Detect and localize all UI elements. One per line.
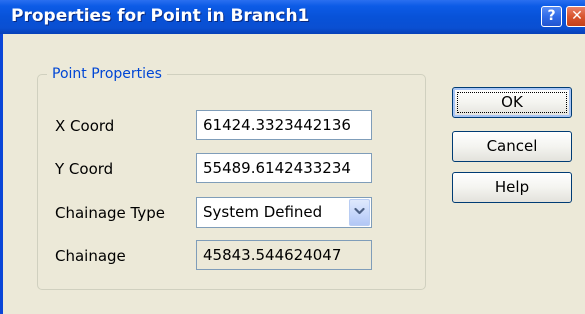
dropdown-arrow-button[interactable] [349,199,370,226]
title-close-button[interactable]: ✕ [566,6,585,27]
chainage-field [196,240,372,270]
x-coord-label: X Coord [55,117,115,135]
dialog-title: Properties for Point in Branch1 [11,6,310,26]
y-coord-field[interactable] [196,153,372,183]
help-button[interactable]: Help [452,172,572,203]
help-button-label: Help [494,178,530,196]
title-bar[interactable]: Properties for Point in Branch1 ? ✕ [0,0,585,34]
ok-button-label: OK [501,93,523,111]
chainage-label: Chainage [55,247,126,265]
cancel-button[interactable]: Cancel [452,131,572,162]
group-legend: Point Properties [47,64,167,84]
ok-button[interactable]: OK [452,87,572,118]
chevron-down-icon [354,207,365,215]
y-coord-label: Y Coord [55,160,114,178]
properties-dialog: Properties for Point in Branch1 ? ✕ Poin… [0,0,585,314]
title-help-button[interactable]: ? [541,6,562,27]
chainage-type-value: System Defined [203,203,323,221]
x-coord-field[interactable] [196,110,372,140]
chainage-type-select[interactable]: System Defined [196,197,372,228]
question-icon: ? [547,8,556,24]
close-icon: ✕ [571,8,583,24]
cancel-button-label: Cancel [486,137,538,155]
chainage-type-label: Chainage Type [55,204,166,222]
